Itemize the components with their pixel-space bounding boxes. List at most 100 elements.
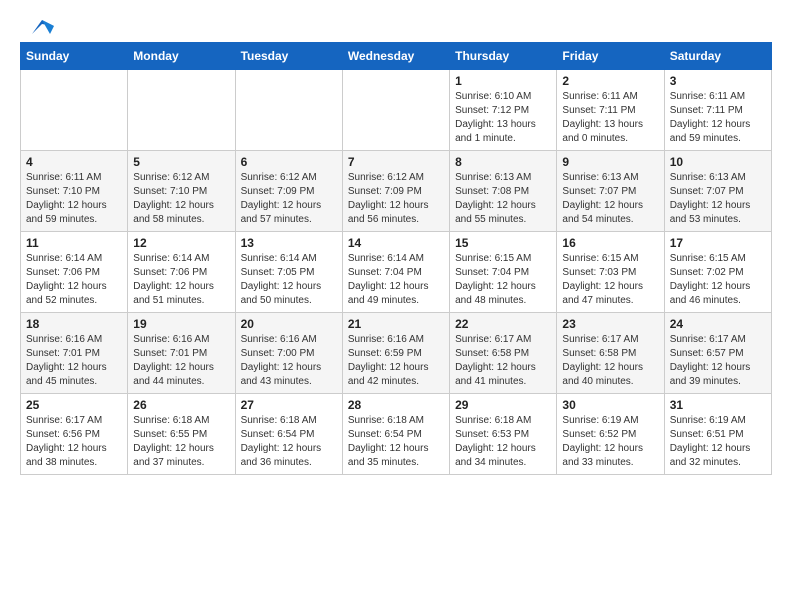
calendar-cell (21, 70, 128, 151)
day-number: 16 (562, 236, 658, 250)
day-number: 27 (241, 398, 337, 412)
weekday-header-saturday: Saturday (664, 43, 771, 70)
day-number: 24 (670, 317, 766, 331)
calendar-cell (235, 70, 342, 151)
calendar-cell (342, 70, 449, 151)
day-number: 19 (133, 317, 229, 331)
calendar-cell: 24Sunrise: 6:17 AM Sunset: 6:57 PM Dayli… (664, 313, 771, 394)
logo (20, 20, 54, 32)
day-number: 12 (133, 236, 229, 250)
day-info: Sunrise: 6:12 AM Sunset: 7:09 PM Dayligh… (241, 171, 337, 227)
day-number: 17 (670, 236, 766, 250)
calendar-week-row: 18 Sunrise: 6:16 AM Sunset: 7:01 PM Dayli… (21, 313, 772, 394)
weekday-header-wednesday: Wednesday (342, 43, 449, 70)
day-number: 9 (562, 155, 658, 169)
day-number: 4 (26, 155, 122, 169)
calendar-cell: 16 Sunrise: 6:15 AM Sunset: 7:03 PM Dayli… (557, 232, 664, 313)
calendar-cell: 4 Sunrise: 6:11 AM Sunset: 7:10 PM Daylig… (21, 151, 128, 232)
day-info: Sunrise: 6:19 AM Sunset: 6:51 PM Dayligh… (670, 414, 766, 470)
page-header (20, 20, 772, 32)
day-info: Sunrise: 6:11 AM Sunset: 7:11 PM Dayligh… (670, 90, 766, 146)
day-number: 28 (348, 398, 444, 412)
day-info: Sunrise: 6:12 AM Sunset: 7:09 PM Dayligh… (348, 171, 444, 227)
day-number: 1 (455, 74, 551, 88)
calendar-cell: 22Sunrise: 6:17 AM Sunset: 6:58 PM Dayli… (450, 313, 557, 394)
day-number: 23 (562, 317, 658, 331)
day-info: Sunrise: 6:16 AM Sunset: 6:59 PM Dayligh… (348, 333, 444, 389)
day-number: 15 (455, 236, 551, 250)
day-number: 5 (133, 155, 229, 169)
day-info: Sunrise: 6:18 AM Sunset: 6:53 PM Dayligh… (455, 414, 551, 470)
calendar-table: SundayMondayTuesdayWednesdayThursdayFrid… (20, 42, 772, 475)
calendar-cell: 20Sunrise: 6:16 AM Sunset: 7:00 PM Dayli… (235, 313, 342, 394)
calendar-cell: 10 Sunrise: 6:13 AM Sunset: 7:07 PM Dayli… (664, 151, 771, 232)
calendar-cell: 8 Sunrise: 6:13 AM Sunset: 7:08 PM Daylig… (450, 151, 557, 232)
calendar-week-row: 1 Sunrise: 6:10 AM Sunset: 7:12 PM Daylig… (21, 70, 772, 151)
day-number: 11 (26, 236, 122, 250)
weekday-header-sunday: Sunday (21, 43, 128, 70)
day-info: Sunrise: 6:13 AM Sunset: 7:08 PM Dayligh… (455, 171, 551, 227)
calendar-cell: 17 Sunrise: 6:15 AM Sunset: 7:02 PM Dayli… (664, 232, 771, 313)
calendar-cell: 5 Sunrise: 6:12 AM Sunset: 7:10 PM Daylig… (128, 151, 235, 232)
calendar-cell: 9 Sunrise: 6:13 AM Sunset: 7:07 PM Daylig… (557, 151, 664, 232)
calendar-cell: 3 Sunrise: 6:11 AM Sunset: 7:11 PM Daylig… (664, 70, 771, 151)
day-info: Sunrise: 6:10 AM Sunset: 7:12 PM Dayligh… (455, 90, 551, 146)
calendar-cell (128, 70, 235, 151)
day-number: 21 (348, 317, 444, 331)
calendar-week-row: 11 Sunrise: 6:14 AM Sunset: 7:06 PM Dayli… (21, 232, 772, 313)
day-info: Sunrise: 6:18 AM Sunset: 6:55 PM Dayligh… (133, 414, 229, 470)
day-info: Sunrise: 6:14 AM Sunset: 7:04 PM Dayligh… (348, 252, 444, 308)
calendar-cell: 29 Sunrise: 6:18 AM Sunset: 6:53 PM Dayli… (450, 394, 557, 475)
day-info: Sunrise: 6:16 AM Sunset: 7:01 PM Dayligh… (26, 333, 122, 389)
calendar-cell: 12Sunrise: 6:14 AM Sunset: 7:06 PM Dayli… (128, 232, 235, 313)
calendar-cell: 6Sunrise: 6:12 AM Sunset: 7:09 PM Daylig… (235, 151, 342, 232)
day-number: 29 (455, 398, 551, 412)
day-number: 3 (670, 74, 766, 88)
calendar-cell: 23Sunrise: 6:17 AM Sunset: 6:58 PM Dayli… (557, 313, 664, 394)
day-info: Sunrise: 6:14 AM Sunset: 7:05 PM Dayligh… (241, 252, 337, 308)
calendar-cell: 7 Sunrise: 6:12 AM Sunset: 7:09 PM Daylig… (342, 151, 449, 232)
day-number: 31 (670, 398, 766, 412)
day-info: Sunrise: 6:12 AM Sunset: 7:10 PM Dayligh… (133, 171, 229, 227)
day-number: 10 (670, 155, 766, 169)
day-number: 26 (133, 398, 229, 412)
calendar-cell: 31 Sunrise: 6:19 AM Sunset: 6:51 PM Dayli… (664, 394, 771, 475)
day-info: Sunrise: 6:19 AM Sunset: 6:52 PM Dayligh… (562, 414, 658, 470)
day-number: 8 (455, 155, 551, 169)
day-info: Sunrise: 6:15 AM Sunset: 7:04 PM Dayligh… (455, 252, 551, 308)
weekday-header-row: SundayMondayTuesdayWednesdayThursdayFrid… (21, 43, 772, 70)
day-info: Sunrise: 6:18 AM Sunset: 6:54 PM Dayligh… (241, 414, 337, 470)
calendar-cell: 15 Sunrise: 6:15 AM Sunset: 7:04 PM Dayli… (450, 232, 557, 313)
calendar-cell: 19 Sunrise: 6:16 AM Sunset: 7:01 PM Dayli… (128, 313, 235, 394)
calendar-cell: 28Sunrise: 6:18 AM Sunset: 6:54 PM Dayli… (342, 394, 449, 475)
calendar-week-row: 4 Sunrise: 6:11 AM Sunset: 7:10 PM Daylig… (21, 151, 772, 232)
day-info: Sunrise: 6:14 AM Sunset: 7:06 PM Dayligh… (26, 252, 122, 308)
weekday-header-tuesday: Tuesday (235, 43, 342, 70)
weekday-header-monday: Monday (128, 43, 235, 70)
day-info: Sunrise: 6:13 AM Sunset: 7:07 PM Dayligh… (562, 171, 658, 227)
day-info: Sunrise: 6:15 AM Sunset: 7:03 PM Dayligh… (562, 252, 658, 308)
calendar-week-row: 25Sunrise: 6:17 AM Sunset: 6:56 PM Dayli… (21, 394, 772, 475)
day-info: Sunrise: 6:11 AM Sunset: 7:10 PM Dayligh… (26, 171, 122, 227)
day-info: Sunrise: 6:11 AM Sunset: 7:11 PM Dayligh… (562, 90, 658, 146)
day-info: Sunrise: 6:17 AM Sunset: 6:58 PM Dayligh… (455, 333, 551, 389)
weekday-header-friday: Friday (557, 43, 664, 70)
day-number: 18 (26, 317, 122, 331)
day-number: 7 (348, 155, 444, 169)
calendar-cell: 30Sunrise: 6:19 AM Sunset: 6:52 PM Dayli… (557, 394, 664, 475)
calendar-cell: 14Sunrise: 6:14 AM Sunset: 7:04 PM Dayli… (342, 232, 449, 313)
day-info: Sunrise: 6:16 AM Sunset: 7:00 PM Dayligh… (241, 333, 337, 389)
logo-bird-icon (22, 16, 54, 38)
day-number: 13 (241, 236, 337, 250)
calendar-cell: 11 Sunrise: 6:14 AM Sunset: 7:06 PM Dayli… (21, 232, 128, 313)
calendar-cell: 25Sunrise: 6:17 AM Sunset: 6:56 PM Dayli… (21, 394, 128, 475)
day-info: Sunrise: 6:13 AM Sunset: 7:07 PM Dayligh… (670, 171, 766, 227)
calendar-cell: 2 Sunrise: 6:11 AM Sunset: 7:11 PM Daylig… (557, 70, 664, 151)
day-info: Sunrise: 6:15 AM Sunset: 7:02 PM Dayligh… (670, 252, 766, 308)
calendar-cell: 1 Sunrise: 6:10 AM Sunset: 7:12 PM Daylig… (450, 70, 557, 151)
calendar-cell: 18 Sunrise: 6:16 AM Sunset: 7:01 PM Dayli… (21, 313, 128, 394)
calendar-cell: 27 Sunrise: 6:18 AM Sunset: 6:54 PM Dayli… (235, 394, 342, 475)
day-info: Sunrise: 6:16 AM Sunset: 7:01 PM Dayligh… (133, 333, 229, 389)
day-number: 2 (562, 74, 658, 88)
day-info: Sunrise: 6:17 AM Sunset: 6:56 PM Dayligh… (26, 414, 122, 470)
